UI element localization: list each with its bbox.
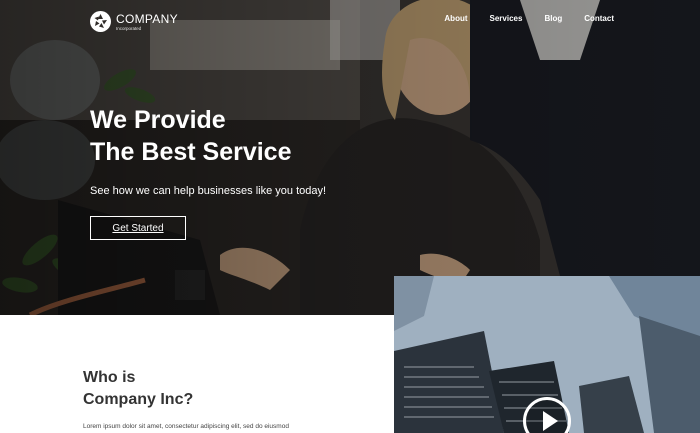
about-heading-line-1: Who is [83,369,136,386]
about-body-text: Lorem ipsum dolor sit amet, consectetur … [83,423,289,430]
play-icon [543,411,558,431]
main-nav: About Services Blog Contact [444,14,614,23]
about-heading-line-2: Company Inc? [83,391,194,408]
hero-subtitle: See how we can help businesses like you … [90,185,327,197]
brand-logo[interactable]: COMPANY Incorporated [90,11,178,32]
nav-link-about[interactable]: About [444,14,467,23]
brand-tagline: Incorporated [116,25,142,31]
hero-title: We Provide The Best Service [90,104,292,168]
nav-link-services[interactable]: Services [490,14,523,23]
hero-title-line-2: The Best Service [90,138,292,166]
nav-link-blog[interactable]: Blog [544,14,562,23]
brand-name: COMPANY [116,11,178,26]
get-started-button[interactable]: Get Started [90,216,186,240]
nav-link-contact[interactable]: Contact [584,14,614,23]
aperture-logo-icon [90,11,111,32]
hero-title-line-1: We Provide [90,106,226,134]
about-heading: Who is Company Inc? [83,367,193,411]
